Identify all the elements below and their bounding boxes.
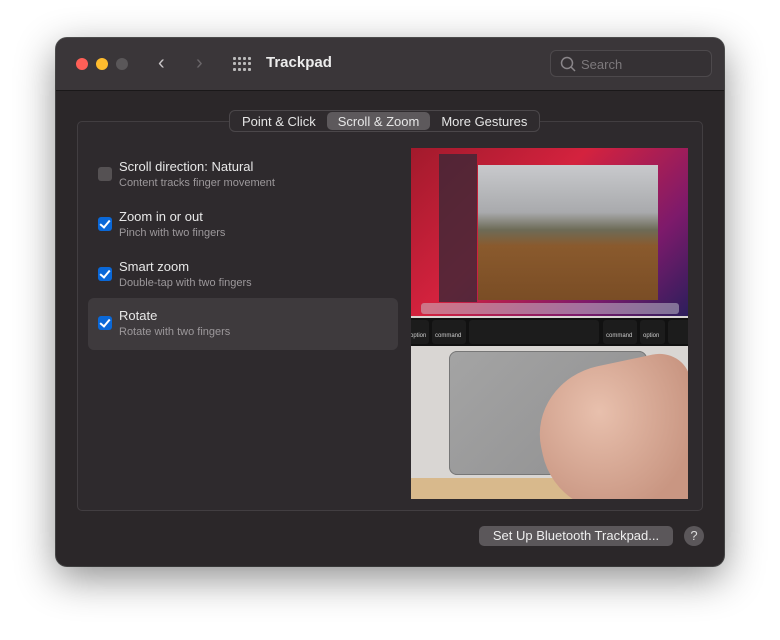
key-command: command <box>603 320 637 344</box>
tab-bar: Point & Click Scroll & Zoom More Gesture… <box>229 110 541 132</box>
checkbox[interactable] <box>98 217 112 231</box>
option-label: Zoom in or out <box>119 209 203 224</box>
preview-dock <box>421 303 679 314</box>
setup-bluetooth-trackpad-button[interactable]: Set Up Bluetooth Trackpad... <box>479 526 673 546</box>
preview-keyboard: option command command option <box>411 318 688 346</box>
option-rotate[interactable]: Rotate Rotate with two fingers <box>88 298 398 350</box>
option-description: Pinch with two fingers <box>119 227 226 239</box>
checkbox[interactable] <box>98 316 112 330</box>
search-icon <box>560 56 576 72</box>
chevron-right-icon[interactable]: › <box>196 52 203 75</box>
key-option: option <box>411 320 429 344</box>
key-space <box>469 320 599 344</box>
tab-more-gestures[interactable]: More Gestures <box>430 112 538 130</box>
minimize-button[interactable] <box>96 58 108 70</box>
option-description: Rotate with two fingers <box>119 326 231 338</box>
search-placeholder: Search <box>581 57 623 72</box>
option-label: Smart zoom <box>119 259 190 274</box>
tab-point-click[interactable]: Point & Click <box>231 112 327 130</box>
gesture-preview-video: option command command option <box>411 148 688 499</box>
show-all-grid-icon[interactable] <box>233 57 251 71</box>
key-arrow <box>668 320 688 344</box>
search-input[interactable]: Search <box>550 50 712 77</box>
key-option: option <box>640 320 665 344</box>
option-label: Rotate <box>119 308 158 323</box>
option-zoom-in-out[interactable]: Zoom in or out Pinch with two fingers <box>88 199 398 251</box>
window-title: Trackpad <box>266 54 332 71</box>
help-button[interactable]: ? <box>684 526 704 546</box>
option-description: Content tracks finger movement <box>119 177 275 189</box>
tab-scroll-zoom[interactable]: Scroll & Zoom <box>326 112 431 130</box>
key-command: command <box>432 320 466 344</box>
option-smart-zoom[interactable]: Smart zoom Double-tap with two fingers <box>88 249 398 301</box>
option-description: Double-tap with two fingers <box>119 277 252 289</box>
preview-photo <box>478 165 658 300</box>
checkbox[interactable] <box>98 267 112 281</box>
preview-sidebar <box>439 154 477 302</box>
option-scroll-direction[interactable]: Scroll direction: Natural Content tracks… <box>88 149 398 201</box>
settings-group-box: Scroll direction: Natural Content tracks… <box>77 121 703 511</box>
preview-screen <box>411 148 688 316</box>
close-button[interactable] <box>76 58 88 70</box>
chevron-left-icon[interactable]: ‹ <box>158 52 165 75</box>
trackpad-preferences-window: ‹ › Trackpad Search Scroll direction: Na… <box>56 38 724 566</box>
option-label: Scroll direction: Natural <box>119 159 254 174</box>
title-bar: ‹ › Trackpad Search <box>56 38 724 91</box>
checkbox[interactable] <box>98 167 112 181</box>
zoom-button[interactable] <box>116 58 128 70</box>
